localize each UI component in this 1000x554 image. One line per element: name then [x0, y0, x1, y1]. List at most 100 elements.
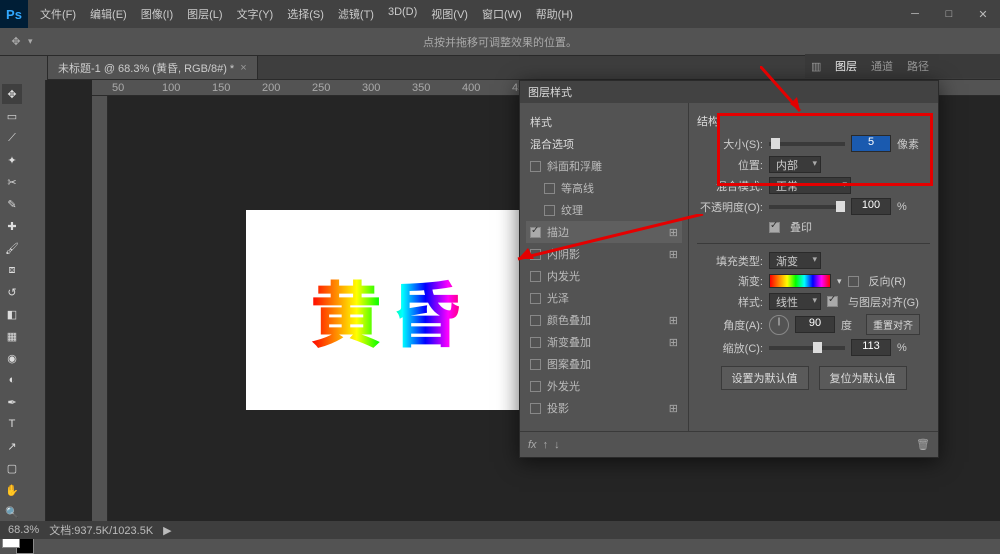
effect-row[interactable]: 颜色叠加⊞	[526, 309, 682, 331]
menu-window[interactable]: 窗口(W)	[476, 2, 528, 26]
menu-layer[interactable]: 图层(L)	[181, 2, 228, 26]
effect-row[interactable]: 投影⊞	[526, 397, 682, 419]
menu-3d[interactable]: 3D(D)	[382, 2, 423, 26]
effect-row[interactable]: 纹理	[526, 199, 682, 221]
plus-icon[interactable]: ⊞	[669, 402, 678, 415]
effect-row[interactable]: 内发光	[526, 265, 682, 287]
hand-tool[interactable]: ✋	[2, 480, 22, 500]
marquee-tool[interactable]: ▭	[2, 106, 22, 126]
effect-row[interactable]: 光泽	[526, 287, 682, 309]
effect-row[interactable]: 描边⊞	[526, 221, 682, 243]
move-tool[interactable]: ✥	[2, 84, 22, 104]
angle-input[interactable]: 90	[795, 316, 835, 333]
effect-checkbox[interactable]	[530, 359, 541, 370]
blend-dropdown[interactable]: 正常	[769, 177, 851, 194]
stamp-tool[interactable]: ⧈	[2, 260, 22, 280]
chevron-right-icon[interactable]: ▶	[163, 524, 171, 537]
effect-checkbox[interactable]	[530, 315, 541, 326]
trash-icon[interactable]: 🗑	[916, 438, 930, 451]
shape-tool[interactable]: ▢	[2, 458, 22, 478]
effect-checkbox[interactable]	[530, 337, 541, 348]
effect-checkbox[interactable]	[530, 403, 541, 414]
gradient-picker[interactable]	[769, 274, 831, 288]
effect-checkbox[interactable]	[530, 293, 541, 304]
plus-icon[interactable]: ⊞	[669, 248, 678, 261]
blur-tool[interactable]: ◉	[2, 348, 22, 368]
opacity-input[interactable]: 100	[851, 198, 891, 215]
effect-checkbox[interactable]	[530, 249, 541, 260]
arrow-down-icon[interactable]: ↓	[554, 439, 560, 451]
status-zoom[interactable]: 68.3%	[8, 524, 39, 536]
list-header-styles[interactable]: 样式	[526, 111, 682, 133]
menu-type[interactable]: 文字(Y)	[231, 2, 280, 26]
document-tab[interactable]: 未标题-1 @ 68.3% (黄昏, RGB/8#) * ×	[47, 55, 258, 79]
effect-checkbox[interactable]	[544, 205, 555, 216]
effect-row[interactable]: 内阴影⊞	[526, 243, 682, 265]
close-tab-icon[interactable]: ×	[240, 62, 246, 74]
history-brush-tool[interactable]: ↺	[2, 282, 22, 302]
effect-row[interactable]: 外发光	[526, 375, 682, 397]
tab-layers[interactable]: 图层	[835, 58, 857, 74]
arrow-up-icon[interactable]: ↑	[543, 439, 549, 451]
maximize-button[interactable]: □	[932, 0, 966, 28]
magic-wand-tool[interactable]: ✦	[2, 150, 22, 170]
menu-view[interactable]: 视图(V)	[425, 2, 474, 26]
size-slider[interactable]	[769, 142, 845, 146]
healing-tool[interactable]: ✚	[2, 216, 22, 236]
fx-icon[interactable]: fx	[528, 439, 537, 451]
pen-tool[interactable]: ✒	[2, 392, 22, 412]
crop-tool[interactable]: ✂	[2, 172, 22, 192]
gradient-tool[interactable]: ▦	[2, 326, 22, 346]
effect-checkbox[interactable]	[530, 227, 541, 238]
menu-edit[interactable]: 编辑(E)	[84, 2, 133, 26]
effect-row[interactable]: 渐变叠加⊞	[526, 331, 682, 353]
chevron-down-icon[interactable]: ▾	[28, 36, 33, 47]
size-input[interactable]: 5	[851, 135, 891, 152]
list-header-blend[interactable]: 混合选项	[526, 133, 682, 155]
panel-icon[interactable]: ▥	[811, 60, 821, 73]
style-dropdown[interactable]: 线性	[769, 293, 821, 310]
plus-icon[interactable]: ⊞	[669, 336, 678, 349]
dodge-tool[interactable]: ◐	[2, 370, 22, 390]
reset-align-button[interactable]: 重置对齐	[866, 314, 920, 335]
menu-file[interactable]: 文件(F)	[34, 2, 82, 26]
position-dropdown[interactable]: 内部	[769, 156, 821, 173]
menu-select[interactable]: 选择(S)	[281, 2, 330, 26]
canvas[interactable]: 黄昏	[246, 210, 536, 410]
dialog-titlebar[interactable]: 图层样式	[520, 81, 938, 103]
effect-checkbox[interactable]	[544, 183, 555, 194]
reset-default-button[interactable]: 复位为默认值	[819, 366, 907, 390]
angle-dial[interactable]	[769, 315, 789, 335]
effect-row[interactable]: 等高线	[526, 177, 682, 199]
effect-row[interactable]: 图案叠加	[526, 353, 682, 375]
reverse-checkbox[interactable]	[848, 276, 859, 287]
plus-icon[interactable]: ⊞	[669, 314, 678, 327]
type-tool[interactable]: T	[2, 414, 22, 434]
brush-tool[interactable]: 🖌	[2, 238, 22, 258]
scale-input[interactable]: 113	[851, 339, 891, 356]
menu-help[interactable]: 帮助(H)	[530, 2, 579, 26]
lasso-tool[interactable]: ⟋	[2, 128, 22, 148]
zoom-tool[interactable]: 🔍	[2, 502, 22, 522]
eyedropper-tool[interactable]: ✎	[2, 194, 22, 214]
path-tool[interactable]: ↗	[2, 436, 22, 456]
opacity-slider[interactable]	[769, 205, 845, 209]
eraser-tool[interactable]: ◧	[2, 304, 22, 324]
effect-checkbox[interactable]	[530, 161, 541, 172]
overprint-checkbox[interactable]	[769, 222, 780, 233]
fill-dropdown[interactable]: 渐变	[769, 252, 821, 269]
menu-filter[interactable]: 滤镜(T)	[332, 2, 380, 26]
tab-paths[interactable]: 路径	[907, 58, 929, 74]
tab-channels[interactable]: 通道	[871, 58, 893, 74]
effect-checkbox[interactable]	[530, 271, 541, 282]
effect-row[interactable]: 斜面和浮雕	[526, 155, 682, 177]
minimize-button[interactable]: ─	[898, 0, 932, 28]
scale-slider[interactable]	[769, 346, 845, 350]
close-button[interactable]: ✕	[966, 0, 1000, 28]
set-default-button[interactable]: 设置为默认值	[721, 366, 809, 390]
plus-icon[interactable]: ⊞	[669, 226, 678, 239]
menu-image[interactable]: 图像(I)	[135, 2, 179, 26]
canvas-text-layer[interactable]: 黄昏	[311, 260, 471, 361]
chevron-down-icon[interactable]: ▾	[837, 276, 842, 287]
effect-checkbox[interactable]	[530, 381, 541, 392]
